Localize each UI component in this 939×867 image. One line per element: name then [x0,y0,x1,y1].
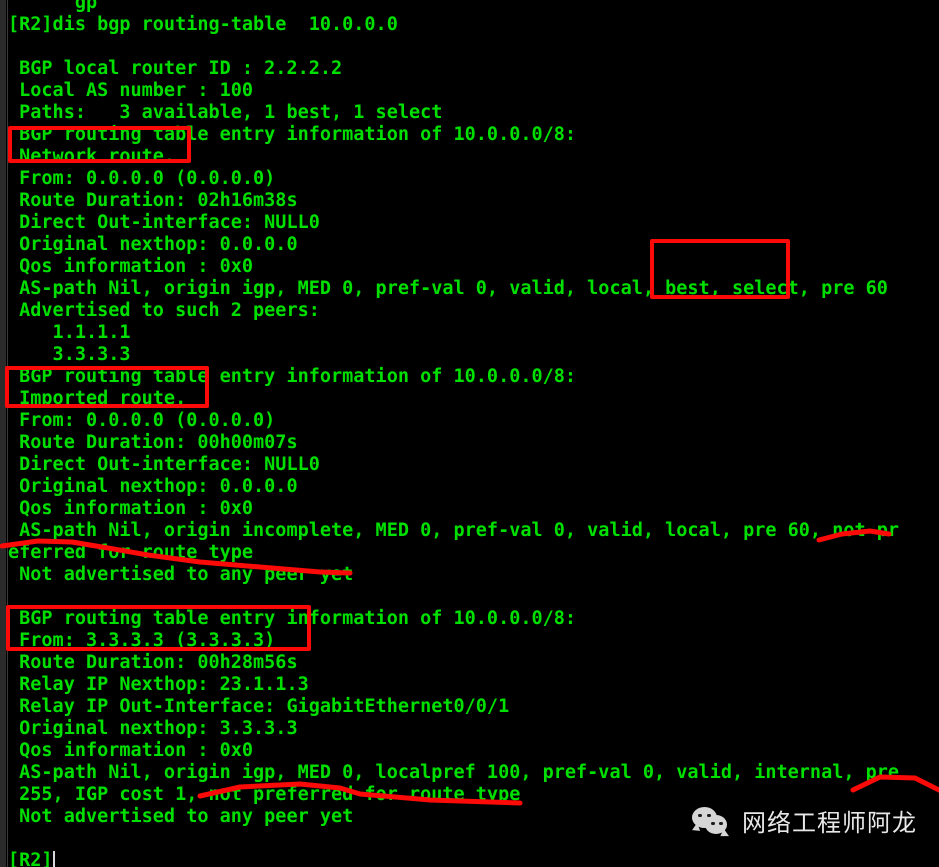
terminal-line: Advertised to such 2 peers: [8,300,320,321]
terminal-line: BGP local router ID : 2.2.2.2 [8,58,343,79]
terminal-line: gp [8,0,98,13]
terminal-line: BGP routing table entry information of 1… [8,366,577,387]
terminal-line: [R2] [8,850,55,867]
terminal-line: Route Duration: 02h16m38s [8,190,298,211]
terminal-line: Original nexthop: 0.0.0.0 [8,476,298,497]
terminal-line: Qos information : 0x0 [8,256,254,277]
terminal-line: Route Duration: 00h28m56s [8,652,298,673]
terminal-line: Direct Out-interface: NULL0 [8,454,320,475]
terminal-line: Imported route. [8,388,187,409]
terminal-line: 1.1.1.1 [8,322,131,343]
terminal-output: gp [R2]dis bgp routing-table 10.0.0.0 BGP… [8,0,939,867]
watermark-text: 网络工程师阿龙 [742,809,917,837]
terminal-line: BGP routing table entry information of 1… [8,608,577,629]
watermark: 网络工程师阿龙 [692,803,917,840]
terminal-line: Local AS number : 100 [8,80,254,101]
terminal-line: AS-path Nil, origin incomplete, MED 0, p… [8,520,900,541]
terminal-line: Qos information : 0x0 [8,740,254,761]
terminal-line: Relay IP Out-Interface: GigabitEthernet0… [8,696,510,717]
terminal-line: From: 0.0.0.0 (0.0.0.0) [8,410,276,431]
terminal-line: BGP routing table entry information of 1… [8,124,577,145]
terminal-line: From: 0.0.0.0 (0.0.0.0) [8,168,276,189]
terminal-line: Paths: 3 available, 1 best, 1 select [8,102,443,123]
terminal-line: Original nexthop: 0.0.0.0 [8,234,298,255]
terminal-line: AS-path Nil, origin igp, MED 0, localpre… [8,762,900,783]
terminal-line: Not advertised to any peer yet [8,564,354,585]
terminal-line: Network route. [8,146,176,167]
wechat-icon [692,806,732,840]
scrollbar-track[interactable] [0,0,8,867]
terminal-line: AS-path Nil, origin igp, MED 0, pref-val… [8,278,888,299]
terminal-line: Direct Out-interface: NULL0 [8,212,320,233]
scrollbar-thumb[interactable] [0,0,6,867]
terminal-line: eferred for route type [8,542,254,563]
terminal-line: Qos information : 0x0 [8,498,254,519]
terminal-line: Relay IP Nexthop: 23.1.1.3 [8,674,309,695]
terminal-line: 3.3.3.3 [8,344,131,365]
terminal-line: From: 3.3.3.3 (3.3.3.3) [8,630,276,651]
terminal-line: Route Duration: 00h00m07s [8,432,298,453]
terminal-cursor [52,851,55,867]
terminal-line: [R2]dis bgp routing-table 10.0.0.0 [8,14,398,35]
terminal-line: Original nexthop: 3.3.3.3 [8,718,298,739]
terminal-screen: gp [R2]dis bgp routing-table 10.0.0.0 BGP… [0,0,939,867]
